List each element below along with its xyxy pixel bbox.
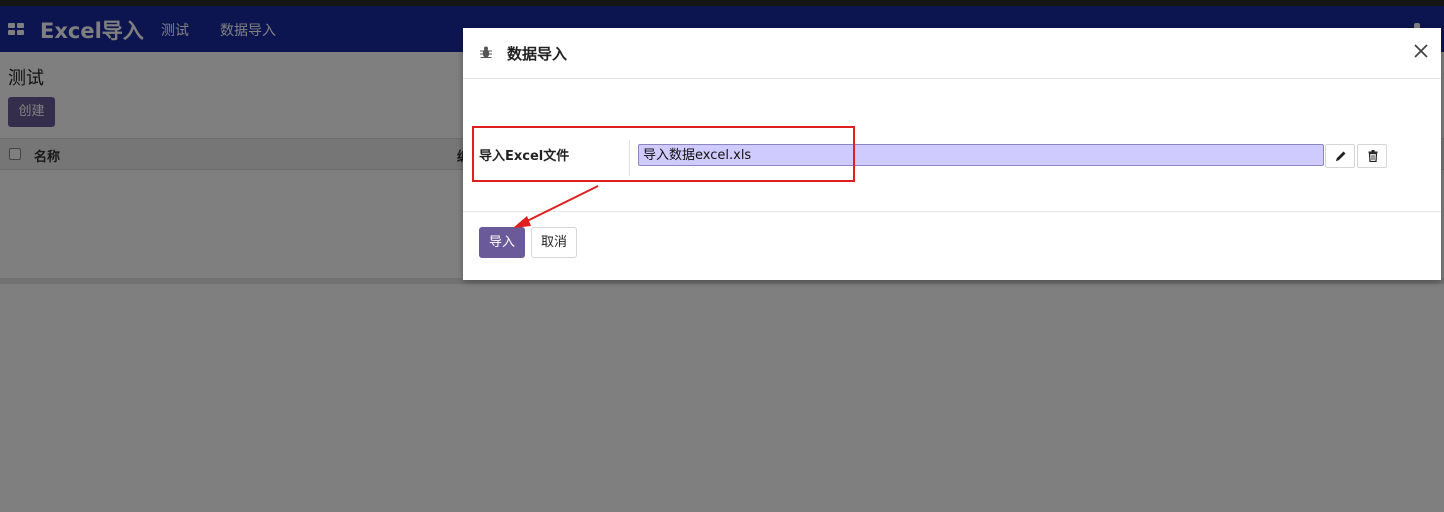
delete-file-button[interactable]: [1357, 144, 1387, 168]
edit-file-button[interactable]: [1325, 144, 1355, 168]
modal-title: 数据导入: [507, 45, 568, 63]
modal-footer-divider: [463, 211, 1441, 212]
pencil-icon: [1336, 151, 1346, 161]
bug-icon: [480, 46, 492, 58]
modal-header: 数据导入: [463, 28, 1441, 79]
annotation-arrow: [513, 185, 599, 228]
close-icon[interactable]: [1412, 42, 1430, 60]
trash-icon: [1368, 150, 1378, 162]
annotation-highlight-box: [472, 126, 855, 182]
